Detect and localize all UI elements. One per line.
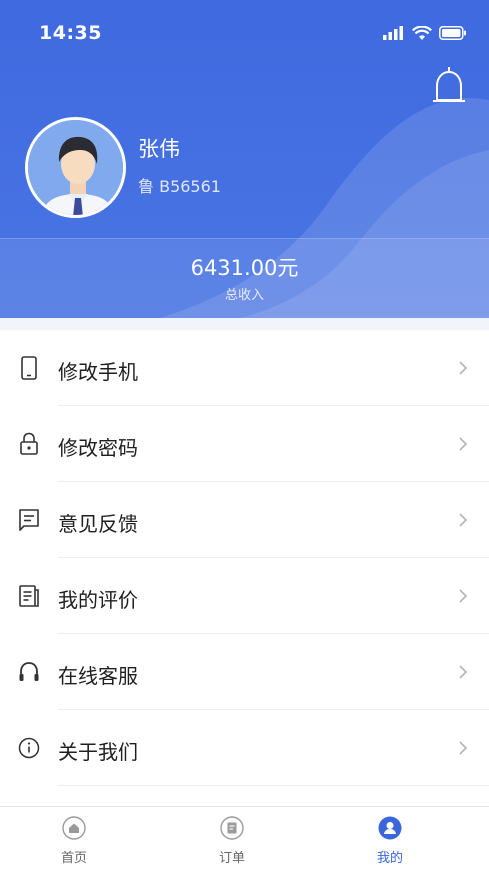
headset-icon bbox=[19, 662, 39, 681]
wifi-icon bbox=[412, 25, 432, 40]
status-icons bbox=[383, 24, 467, 42]
license-plate: 鲁 B56561 bbox=[138, 177, 221, 196]
avatar[interactable] bbox=[25, 117, 126, 218]
settings-menu: 修改手机 修改密码 意见反馈 我的评价 在线客服 关于我们 bbox=[0, 330, 489, 786]
signal-icon bbox=[383, 26, 403, 40]
bell-icon[interactable] bbox=[431, 66, 467, 108]
menu-label: 在线客服 bbox=[58, 664, 138, 688]
menu-label: 修改密码 bbox=[58, 436, 138, 460]
menu-item-change-phone[interactable]: 修改手机 bbox=[0, 330, 489, 406]
chevron-right-icon bbox=[459, 361, 468, 375]
divider bbox=[58, 785, 489, 786]
tab-label: 首页 bbox=[60, 851, 87, 866]
tab-label: 我的 bbox=[376, 851, 403, 866]
total-income-value: 6431.00元 bbox=[190, 256, 299, 280]
menu-item-change-password[interactable]: 修改密码 bbox=[0, 406, 489, 482]
review-icon bbox=[19, 585, 39, 607]
menu-label: 我的评价 bbox=[58, 588, 138, 612]
section-gap bbox=[0, 318, 489, 330]
menu-item-my-reviews[interactable]: 我的评价 bbox=[0, 558, 489, 634]
menu-label: 修改手机 bbox=[58, 360, 138, 384]
menu-item-about-us[interactable]: 关于我们 bbox=[0, 710, 489, 786]
menu-label: 意见反馈 bbox=[58, 512, 138, 536]
battery-icon bbox=[439, 26, 466, 40]
chevron-right-icon bbox=[459, 589, 468, 603]
phone-icon bbox=[21, 356, 37, 380]
chevron-right-icon bbox=[459, 437, 468, 451]
user-name: 张伟 bbox=[138, 137, 180, 161]
home-icon bbox=[62, 816, 86, 840]
order-icon bbox=[220, 816, 244, 840]
bottom-tab-bar: 首页 订单 我的 bbox=[0, 806, 489, 875]
status-bar: 14:35 bbox=[0, 0, 489, 66]
tab-profile[interactable]: 我的 bbox=[350, 807, 430, 875]
tab-home[interactable]: 首页 bbox=[34, 807, 114, 875]
tab-orders[interactable]: 订单 bbox=[192, 807, 272, 875]
menu-label: 关于我们 bbox=[58, 740, 138, 764]
menu-item-online-service[interactable]: 在线客服 bbox=[0, 634, 489, 710]
chevron-right-icon bbox=[459, 513, 468, 527]
status-time: 14:35 bbox=[39, 22, 102, 44]
info-icon bbox=[18, 737, 40, 759]
profile-icon bbox=[378, 816, 402, 840]
tab-label: 订单 bbox=[218, 851, 245, 866]
chevron-right-icon bbox=[459, 741, 468, 755]
menu-item-feedback[interactable]: 意见反馈 bbox=[0, 482, 489, 558]
lock-icon bbox=[20, 432, 38, 455]
feedback-icon bbox=[19, 509, 39, 531]
profile-header: 14:35 张伟 鲁 B56561 6431.00元 总收入 bbox=[0, 0, 489, 318]
total-income-label: 总收入 bbox=[224, 288, 264, 303]
chevron-right-icon bbox=[459, 665, 468, 679]
